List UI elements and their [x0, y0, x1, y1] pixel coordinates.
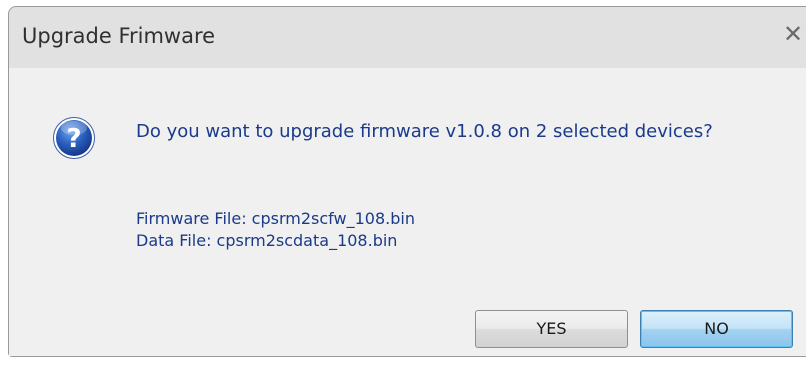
- dialog-content: ? Do you want to upgrade firmware v1.0.8…: [9, 68, 806, 356]
- close-icon[interactable]: ✕: [783, 20, 803, 48]
- question-icon: ?: [53, 117, 95, 159]
- upgrade-firmware-dialog: Upgrade Frimware ✕ ? Do you want to upgr…: [0, 0, 806, 368]
- file-details: Firmware File: cpsrm2scfw_108.bin Data F…: [136, 208, 415, 252]
- svg-text:?: ?: [66, 124, 81, 154]
- yes-button[interactable]: YES: [475, 310, 628, 348]
- firmware-file-line: Firmware File: cpsrm2scfw_108.bin: [136, 209, 415, 228]
- dialog-body: ? Do you want to upgrade firmware v1.0.8…: [8, 68, 806, 357]
- data-file-line: Data File: cpsrm2scdata_108.bin: [136, 231, 398, 250]
- window-title: Upgrade Frimware: [22, 24, 216, 48]
- confirmation-message: Do you want to upgrade firmware v1.0.8 o…: [136, 121, 713, 142]
- no-button[interactable]: NO: [640, 310, 793, 348]
- title-bar[interactable]: Upgrade Frimware ✕: [8, 6, 806, 68]
